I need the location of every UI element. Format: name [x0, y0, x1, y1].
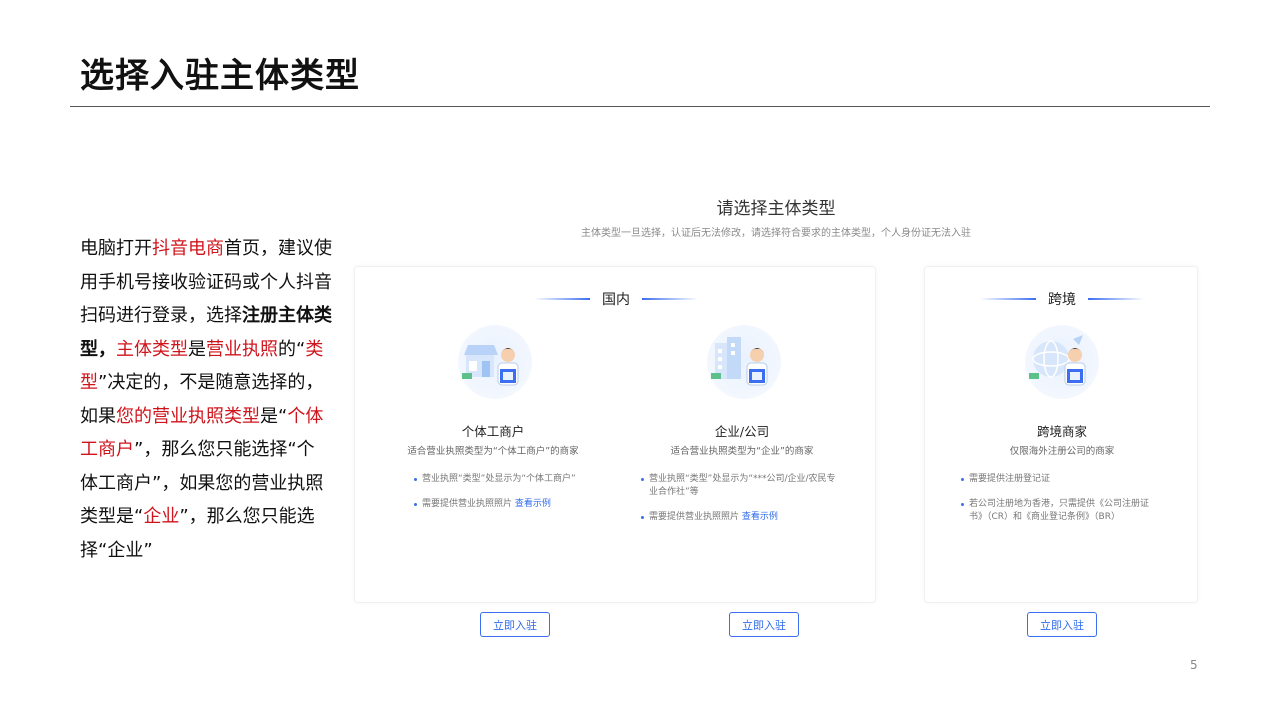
- card-title: 跨境商家: [1036, 424, 1087, 439]
- domestic-heading-label: 国内: [602, 292, 630, 308]
- instruction-paragraph: 电脑打开抖音电商首页，建议使用手机号接收验证码或个人抖音扫码进行登录，选择注册主…: [80, 232, 332, 567]
- card-title: 个体工商户: [461, 424, 525, 439]
- screen-subtitle: 主体类型一旦选择，认证后无法修改，请选择符合要求的主体类型，个人身份证无法入驻: [581, 228, 971, 239]
- office-building-merchant-icon: [707, 325, 781, 399]
- requirement-item: 营业执照“类型”处显示为“***公司/企业/农民专业合作社”等: [641, 473, 841, 499]
- domestic-panel: 国内 个体工商户 适合营业执照类型为“个体工商户”的商家 营业执照“类型”处显示…: [354, 266, 877, 637]
- requirement-list: 需要提供注册登记证 若公司注册地为香港，只需提供《公司注册证书》（CR）和《商业…: [961, 473, 1161, 536]
- heading-line-right: [1088, 298, 1144, 300]
- page-number: 5: [1190, 658, 1198, 672]
- card-subtitle: 仅限海外注册公司的商家: [1009, 446, 1115, 457]
- requirement-item: 营业执照“类型”处显示为“个体工商户”: [414, 473, 614, 486]
- slide-title: 选择入驻主体类型: [80, 56, 360, 96]
- instruction-text-run: 营业执照: [206, 338, 278, 360]
- requirement-list: 营业执照“类型”处显示为“***公司/企业/农民专业合作社”等 需要提供营业执照…: [641, 473, 841, 536]
- view-example-link[interactable]: 查看示例: [742, 512, 778, 522]
- instruction-text-run: 是: [188, 338, 206, 360]
- instruction-text-run: 的“: [278, 338, 306, 360]
- requirement-item: 需要提供营业执照照片 查看示例: [414, 498, 614, 511]
- enter-now-button[interactable]: 立即入驻: [729, 612, 799, 637]
- instruction-text-run: 电脑打开: [80, 238, 152, 259]
- requirement-item: 需要提供注册登记证: [961, 473, 1161, 486]
- cross-border-heading: 跨境: [925, 289, 1199, 309]
- instruction-text-run: 企业: [143, 506, 180, 527]
- storefront-merchant-icon: [458, 325, 532, 399]
- card-title: 企业/公司: [714, 424, 770, 439]
- view-example-link[interactable]: 查看示例: [515, 499, 551, 509]
- card-subtitle: 适合营业执照类型为“企业”的商家: [670, 446, 814, 457]
- enter-now-button[interactable]: 立即入驻: [480, 612, 550, 637]
- heading-line-left: [980, 298, 1036, 300]
- instruction-text-run: 主体类型: [116, 338, 188, 360]
- domestic-heading: 国内: [355, 289, 877, 309]
- cross-border-heading-label: 跨境: [1048, 292, 1076, 308]
- requirement-item: 需要提供营业执照照片 查看示例: [641, 511, 841, 524]
- cross-border-panel: 跨境 跨境商家 仅限海外注册公司的商家 需要提供注册登记证 若公司注册地为香港，…: [924, 266, 1199, 637]
- title-divider: [70, 106, 1210, 107]
- globe-merchant-icon: [1025, 325, 1099, 399]
- heading-line-left: [534, 298, 590, 300]
- instruction-text-run: 抖音电商: [152, 238, 224, 259]
- instruction-text-run: 您的营业执照类型: [116, 405, 260, 427]
- card-subtitle: 适合营业执照类型为“个体工商户”的商家: [407, 446, 579, 457]
- instruction-text-run: 是“: [260, 405, 288, 427]
- heading-line-right: [642, 298, 698, 300]
- screen-title: 请选择主体类型: [716, 199, 836, 219]
- requirement-list: 营业执照“类型”处显示为“个体工商户” 需要提供营业执照照片 查看示例: [414, 473, 614, 523]
- enter-now-button[interactable]: 立即入驻: [1027, 612, 1097, 637]
- requirement-item: 若公司注册地为香港，只需提供《公司注册证书》（CR）和《商业登记条例》（BR）: [961, 498, 1161, 524]
